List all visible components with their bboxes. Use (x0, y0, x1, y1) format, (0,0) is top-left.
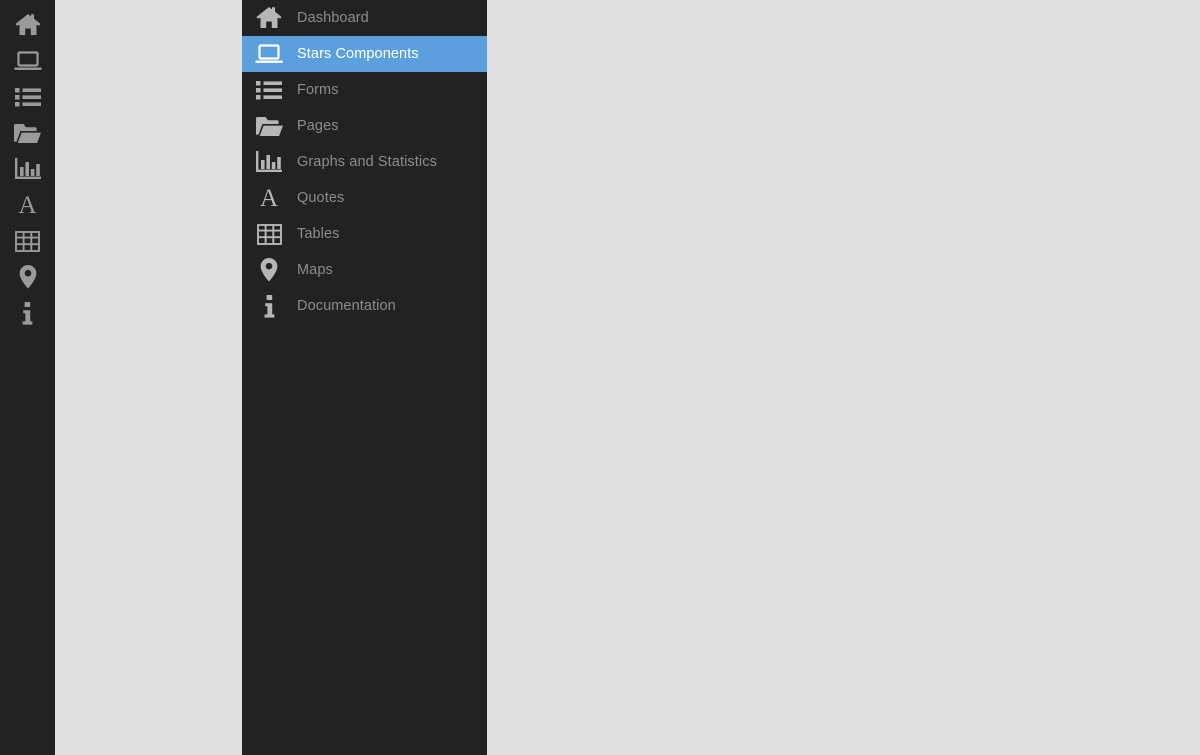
app-root: A Dashboard Stars Components Forms Pages… (0, 0, 1200, 755)
menu-item-stars-components[interactable]: Stars Components (242, 36, 487, 72)
bar-chart-icon (242, 151, 296, 173)
menu-item-label: Tables (297, 226, 340, 242)
menu-item-tables[interactable]: Tables (242, 216, 487, 252)
menu-item-quotes[interactable]: A Quotes (242, 180, 487, 216)
background-gutter (55, 0, 242, 755)
menu-item-documentation[interactable]: Documentation (242, 288, 487, 324)
menu-item-label: Documentation (297, 298, 396, 314)
menu-item-label: Pages (297, 118, 339, 134)
bar-chart-icon (14, 158, 41, 180)
menu-item-forms[interactable]: Forms (242, 72, 487, 108)
rail-item-documentation[interactable] (0, 295, 55, 331)
letter-a-icon: A (259, 184, 279, 212)
rail-item-quotes[interactable]: A (0, 187, 55, 223)
laptop-icon (242, 43, 296, 65)
menu-item-label: Dashboard (297, 10, 369, 26)
icon-rail: A (0, 0, 55, 755)
letter-a-icon: A (18, 191, 37, 219)
rail-item-laptop[interactable] (0, 43, 55, 79)
menu-item-label: Forms (297, 82, 339, 98)
info-icon (242, 294, 296, 318)
rail-item-maps[interactable] (0, 259, 55, 295)
rail-item-home[interactable] (0, 7, 55, 43)
menu-item-graphs-and-statistics[interactable]: Graphs and Statistics (242, 144, 487, 180)
menu-item-pages[interactable]: Pages (242, 108, 487, 144)
home-icon (242, 6, 296, 30)
home-icon (14, 13, 41, 37)
menu-list: Dashboard Stars Components Forms Pages G… (242, 0, 487, 324)
menu-item-label: Maps (297, 262, 333, 278)
list-icon (14, 87, 41, 107)
laptop-icon (14, 50, 42, 72)
rail-item-pages[interactable] (0, 115, 55, 151)
folder-open-icon (14, 123, 41, 144)
menu-panel: Dashboard Stars Components Forms Pages G… (242, 0, 487, 755)
table-grid-icon (242, 223, 296, 245)
list-icon (242, 80, 296, 100)
content-area (487, 0, 1200, 755)
folder-open-icon (242, 116, 296, 137)
map-pin-icon (19, 265, 37, 289)
rail-item-tables[interactable] (0, 223, 55, 259)
rail-item-list[interactable] (0, 79, 55, 115)
menu-item-maps[interactable]: Maps (242, 252, 487, 288)
map-pin-icon (242, 258, 296, 282)
table-grid-icon (15, 230, 40, 252)
menu-item-label: Quotes (297, 190, 345, 206)
info-icon (22, 301, 33, 325)
menu-item-label: Stars Components (297, 46, 419, 62)
menu-item-dashboard[interactable]: Dashboard (242, 0, 487, 36)
menu-item-label: Graphs and Statistics (297, 154, 437, 170)
rail-item-graphs[interactable] (0, 151, 55, 187)
